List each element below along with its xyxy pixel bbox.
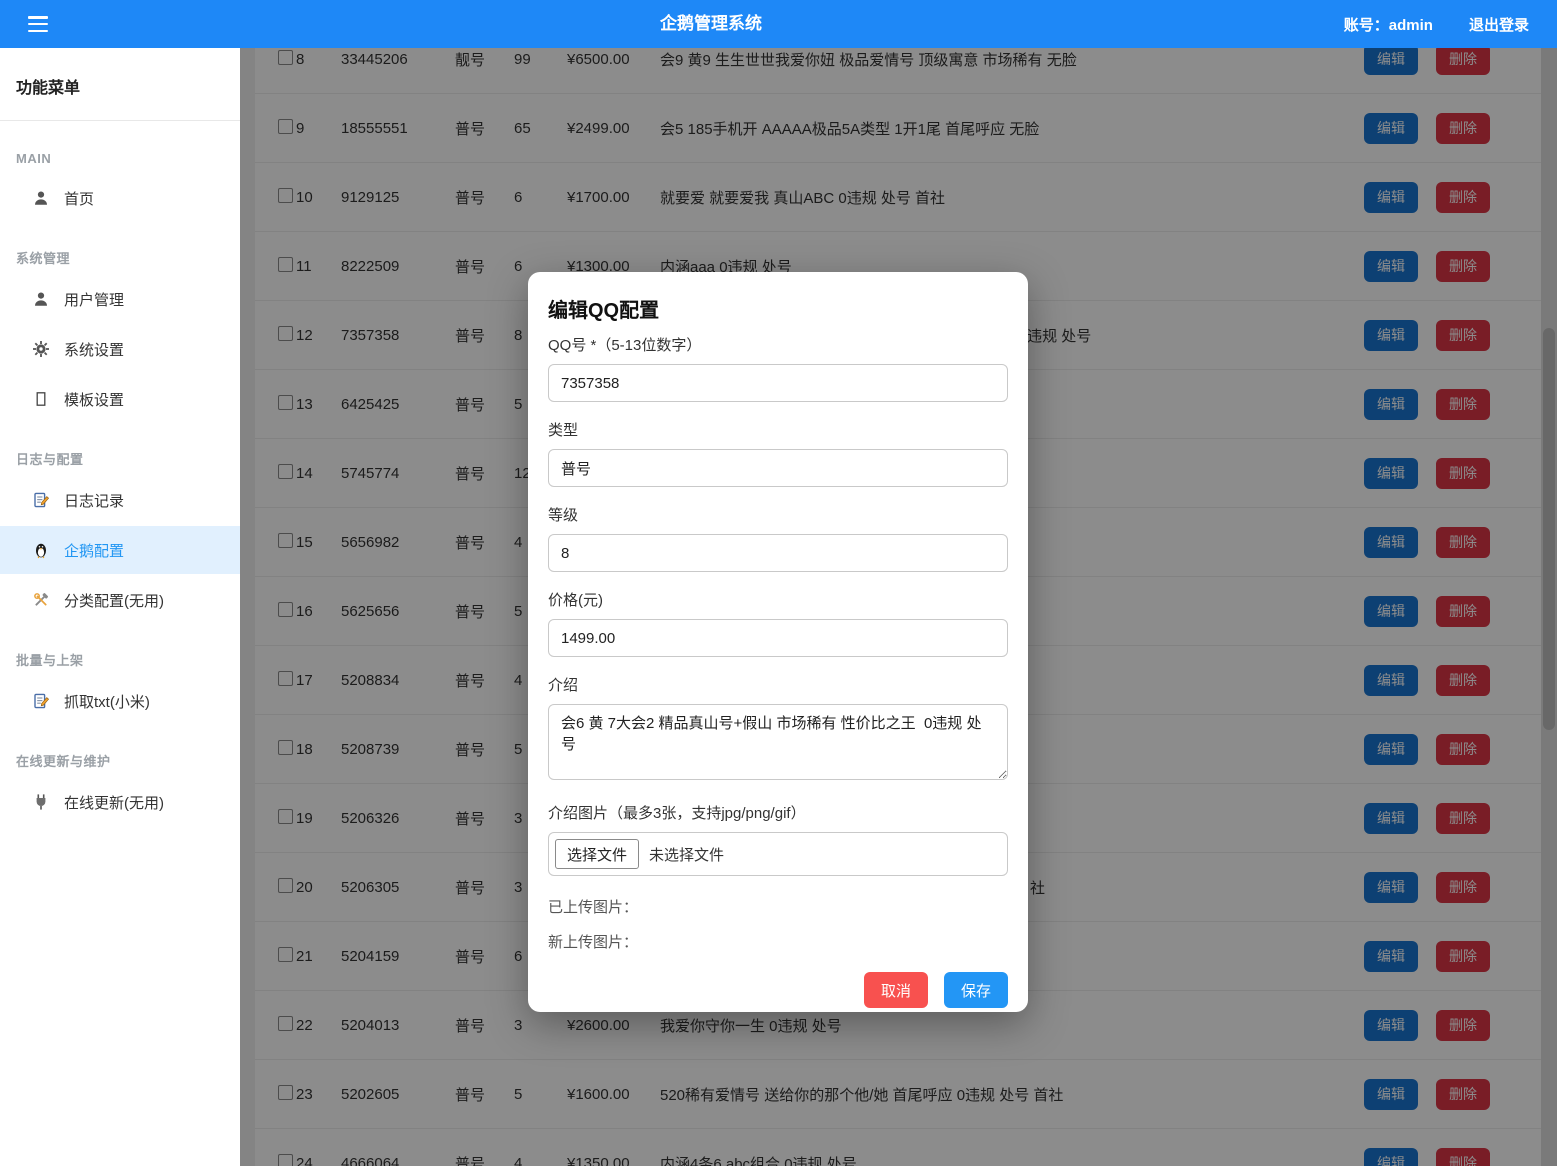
gear-icon bbox=[32, 340, 50, 358]
sidebar-item-grab-txt[interactable]: 抓取txt(小米) bbox=[0, 677, 240, 725]
level-input[interactable] bbox=[548, 534, 1008, 572]
modal-footer: 取消 保存 bbox=[548, 972, 1008, 1008]
sidebar-section-label: 系统管理 bbox=[16, 248, 224, 267]
new-upload-images-label: 新上传图片： bbox=[548, 931, 1008, 952]
sidebar-item-label: 分类配置(无用) bbox=[64, 590, 164, 611]
edit-qq-modal: 编辑QQ配置 QQ号 *（5-13位数字） 类型 等级 价格(元) 介绍 会6 … bbox=[528, 272, 1028, 1012]
topbar-right: 账号：admin 退出登录 bbox=[1344, 0, 1529, 48]
sidebar-item-home[interactable]: 首页 bbox=[0, 174, 240, 222]
sidebar-item-penguin-config[interactable]: 企鹅配置 bbox=[0, 526, 240, 574]
sidebar-section-label: 批量与上架 bbox=[16, 650, 224, 669]
no-file-text: 未选择文件 bbox=[649, 844, 724, 865]
account-label: 账号：admin bbox=[1344, 14, 1433, 35]
qq-label: QQ号 *（5-13位数字） bbox=[548, 335, 1008, 356]
sidebar-heading: 功能菜单 bbox=[0, 48, 240, 121]
sidebar-section-label: 在线更新与维护 bbox=[16, 751, 224, 770]
sidebar-item-label: 用户管理 bbox=[64, 289, 124, 310]
modal-title: 编辑QQ配置 bbox=[548, 294, 1008, 323]
template-icon bbox=[32, 390, 50, 408]
sidebar-item-label: 系统设置 bbox=[64, 339, 124, 360]
uploaded-images-label: 已上传图片： bbox=[548, 896, 1008, 917]
type-input[interactable] bbox=[548, 449, 1008, 487]
sidebar-section: 日志与配置日志记录企鹅配置分类配置(无用) bbox=[0, 449, 240, 624]
sidebar-item-online-update[interactable]: 在线更新(无用) bbox=[0, 778, 240, 826]
sidebar-section: 在线更新与维护在线更新(无用) bbox=[0, 751, 240, 826]
images-label: 介绍图片（最多3张，支持jpg/png/gif） bbox=[548, 803, 1008, 824]
desc-label: 介绍 bbox=[548, 675, 1008, 696]
memo-icon bbox=[32, 491, 50, 509]
price-input[interactable] bbox=[548, 619, 1008, 657]
logout-button[interactable]: 退出登录 bbox=[1469, 14, 1529, 35]
sidebar-item-system-settings[interactable]: 系统设置 bbox=[0, 325, 240, 373]
sidebar-item-label: 日志记录 bbox=[64, 490, 124, 511]
user-icon bbox=[32, 189, 50, 207]
sidebar-section: 系统管理用户管理系统设置模板设置 bbox=[0, 248, 240, 423]
choose-file-button[interactable]: 选择文件 bbox=[555, 839, 639, 869]
sidebar-item-template-settings[interactable]: 模板设置 bbox=[0, 375, 240, 423]
price-label: 价格(元) bbox=[548, 590, 1008, 611]
app-title: 企鹅管理系统 bbox=[660, 0, 762, 48]
image-file-input: 选择文件 未选择文件 bbox=[548, 832, 1008, 876]
sidebar: 功能菜单 MAIN 首页系统管理用户管理系统设置模板设置日志与配置日志记录企鹅配置… bbox=[0, 48, 240, 1166]
memo-icon bbox=[32, 692, 50, 710]
level-label: 等级 bbox=[548, 505, 1008, 526]
cancel-button[interactable]: 取消 bbox=[864, 972, 928, 1008]
sidebar-item-category-config[interactable]: 分类配置(无用) bbox=[0, 576, 240, 624]
sidebar-item-label: 模板设置 bbox=[64, 389, 124, 410]
menu-icon[interactable] bbox=[28, 16, 50, 32]
plug-icon bbox=[32, 793, 50, 811]
sidebar-item-label: 抓取txt(小米) bbox=[64, 691, 150, 712]
sidebar-item-label: 企鹅配置 bbox=[64, 540, 124, 561]
sidebar-item-user-management[interactable]: 用户管理 bbox=[0, 275, 240, 323]
top-bar: 企鹅管理系统 账号：admin 退出登录 bbox=[0, 0, 1557, 48]
type-label: 类型 bbox=[548, 420, 1008, 441]
user-icon bbox=[32, 290, 50, 308]
sidebar-item-label: 首页 bbox=[64, 188, 94, 209]
desc-textarea[interactable]: 会6 黄 7大会2 精品真山号+假山 市场稀有 性价比之王 0违规 处号 bbox=[548, 704, 1008, 780]
sidebar-section-label: MAIN bbox=[16, 151, 224, 166]
save-button[interactable]: 保存 bbox=[944, 972, 1008, 1008]
sidebar-nav: MAIN 首页系统管理用户管理系统设置模板设置日志与配置日志记录企鹅配置分类配置(… bbox=[0, 121, 240, 826]
sidebar-section: MAIN 首页 bbox=[0, 151, 240, 222]
sidebar-item-log-records[interactable]: 日志记录 bbox=[0, 476, 240, 524]
qq-input[interactable] bbox=[548, 364, 1008, 402]
sidebar-section: 批量与上架抓取txt(小米) bbox=[0, 650, 240, 725]
sidebar-section-label: 日志与配置 bbox=[16, 449, 224, 468]
sidebar-item-label: 在线更新(无用) bbox=[64, 792, 164, 813]
tools-icon bbox=[32, 591, 50, 609]
penguin-icon bbox=[32, 541, 50, 559]
